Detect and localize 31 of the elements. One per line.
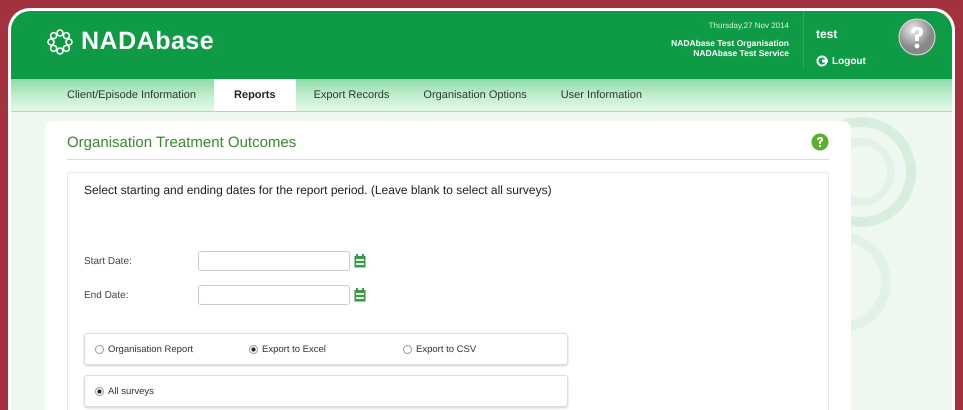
radio-button[interactable] — [95, 344, 104, 354]
organisation-name: NADAbase Test Organisation — [671, 38, 789, 48]
nav-tab[interactable]: Client/Episode Information — [51, 79, 212, 111]
logo-text: NADAbase — [81, 27, 214, 56]
logout-link[interactable]: Logout — [816, 55, 896, 67]
logo-icon — [47, 28, 73, 54]
date-field[interactable] — [198, 285, 350, 305]
nav-tab[interactable]: Export Records — [298, 79, 406, 111]
instruction-text: Select starting and ending dates for the report period. (Leave blank to select all surveys) — [84, 183, 553, 197]
help-icon[interactable] — [898, 18, 936, 56]
radio-option[interactable]: Export to CSV — [403, 344, 557, 354]
service-name: NADAbase Test Service — [693, 48, 789, 58]
calendar-icon[interactable] — [354, 254, 366, 268]
nav-tab[interactable]: Organisation Options — [407, 79, 543, 111]
radio-button[interactable] — [249, 344, 258, 354]
nav-tab[interactable]: User Information — [544, 79, 658, 111]
date-field[interactable] — [198, 251, 350, 271]
nav-tab[interactable]: Reports — [214, 79, 296, 111]
date-text: Thursday,27 Nov 2014 — [708, 21, 789, 30]
field-label: End Date: — [84, 290, 130, 300]
user-name: test — [816, 27, 838, 41]
page-title: Organisation Treatment Outcomes — [67, 134, 296, 150]
radio-button[interactable] — [403, 344, 412, 354]
radio-button[interactable] — [95, 386, 104, 396]
logout-icon — [816, 55, 828, 67]
help-icon[interactable] — [811, 133, 829, 151]
calendar-icon[interactable] — [354, 288, 366, 302]
field-label: Start Date: — [84, 256, 133, 266]
radio-option[interactable]: Export to Excel — [249, 344, 403, 354]
radio-option[interactable]: Organisation Report — [95, 344, 249, 354]
radio-option[interactable]: All surveys — [95, 386, 277, 396]
